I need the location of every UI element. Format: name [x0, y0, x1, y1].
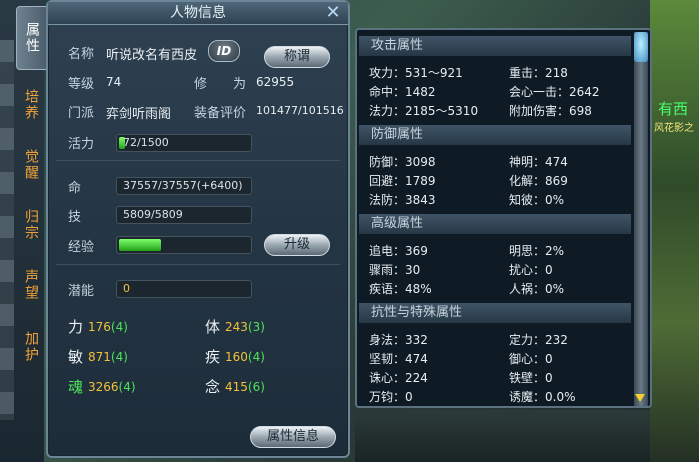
- attr-speed-value: 160(4): [225, 350, 265, 364]
- gear-score-label: 装备评价: [194, 106, 247, 121]
- stat-row: 诱魔：0.0%: [509, 390, 576, 404]
- mp-label: 技: [68, 210, 82, 225]
- stat-row: 万钧：0: [369, 390, 413, 404]
- stat-row: 会心一击：2642: [509, 85, 600, 99]
- stat-row: 诛心：224: [369, 371, 428, 385]
- attr-constitution-label: 体: [205, 318, 221, 336]
- hp-bar: 37557/37557(+6400): [116, 177, 252, 195]
- stat-row: 攻力：531～921: [369, 66, 463, 80]
- stat-row: 命中：1482: [369, 85, 436, 99]
- stat-row: 身法：332: [369, 333, 428, 347]
- hp-value: 37557/37557(+6400): [123, 179, 243, 192]
- game-scene-bottom: [355, 410, 650, 462]
- tab-blessing[interactable]: 加护: [16, 318, 46, 376]
- scroll-down-icon[interactable]: [635, 394, 645, 402]
- title-button[interactable]: 称谓: [264, 46, 330, 68]
- side-tab-strip: 属性 培养 觉醒 归宗 声望 加护: [0, 0, 48, 462]
- level-label: 等级: [68, 77, 95, 92]
- divider: [56, 160, 340, 161]
- vigor-bar: 72/1500: [116, 134, 252, 152]
- stat-row: 疾语：48%: [369, 282, 432, 296]
- npc-name-label: 有西: [658, 100, 689, 118]
- attr-soul-value: 3266(4): [88, 380, 136, 394]
- vigor-value: 72/1500: [123, 136, 169, 149]
- stat-row: 化解：869: [509, 174, 568, 188]
- mp-bar: 5809/5809: [116, 206, 252, 224]
- exp-bar-fill: [119, 239, 161, 251]
- sect-label: 门派: [68, 106, 95, 121]
- close-icon[interactable]: ✕: [324, 4, 342, 22]
- scrollbar-track[interactable]: [634, 32, 648, 406]
- potential-value: 0: [123, 282, 130, 295]
- level-value: 74: [106, 75, 122, 89]
- attribute-detail-panel: 攻击属性 攻力：531～921 重击：218 命中：1482 会心一击：2642…: [355, 28, 652, 408]
- id-icon[interactable]: ID: [208, 40, 240, 62]
- attr-constitution-value: 243(3): [225, 320, 265, 334]
- attr-speed-label: 疾: [205, 348, 221, 366]
- stat-row: 明思：2%: [509, 244, 565, 258]
- game-scene-background: 有西 风花影之: [650, 0, 699, 462]
- section-attack: 攻击属性: [359, 36, 631, 56]
- exp-label: 经验: [68, 240, 95, 255]
- name-label: 名称: [68, 47, 95, 62]
- panel-edge-decoration: [0, 40, 14, 420]
- attribute-info-button[interactable]: 属性信息: [250, 426, 336, 448]
- potential-label: 潜能: [68, 284, 95, 299]
- stat-row: 神明：474: [509, 155, 568, 169]
- attr-strength-value: 176(4): [88, 320, 128, 334]
- stat-row: 追电：369: [369, 244, 428, 258]
- tab-return-sect[interactable]: 归宗: [16, 196, 46, 254]
- attr-agility-value: 871(4): [88, 350, 128, 364]
- stat-row: 法力：2185～5310: [369, 104, 479, 118]
- potential-bar: 0: [116, 280, 252, 298]
- section-defense: 防御属性: [359, 125, 631, 145]
- scroll-up-icon[interactable]: [634, 32, 648, 62]
- attr-strength-label: 力: [68, 318, 84, 336]
- character-info-panel: 人物信息 ✕ 名称 听说改名有西皮 ID 称谓 等级 74 修 为 62955 …: [46, 0, 350, 458]
- stat-row: 人祸：0%: [509, 282, 565, 296]
- exp-bar: [116, 236, 252, 254]
- stat-row: 扰心：0: [509, 263, 553, 277]
- stat-row: 御心：0: [509, 352, 553, 366]
- cultivation-label: 修 为: [194, 77, 247, 92]
- attr-agility-label: 敏: [68, 348, 84, 366]
- gear-score-value: 101477/101516: [256, 104, 344, 117]
- hp-label: 命: [68, 181, 82, 196]
- tab-reputation[interactable]: 声望: [16, 256, 46, 314]
- mp-value: 5809/5809: [123, 208, 183, 221]
- upgrade-button[interactable]: 升级: [264, 234, 330, 256]
- tab-cultivate[interactable]: 培养: [16, 76, 46, 134]
- stat-row: 回避：1789: [369, 174, 436, 188]
- stat-row: 附加伤害：698: [509, 104, 592, 118]
- section-advanced: 高级属性: [359, 214, 631, 234]
- stat-row: 防御：3098: [369, 155, 436, 169]
- stat-row: 铁壁：0: [509, 371, 553, 385]
- stat-row: 坚韧：474: [369, 352, 428, 366]
- tab-awaken[interactable]: 觉醒: [16, 136, 46, 194]
- attr-soul-label: 魂: [68, 378, 84, 396]
- panel-title: 人物信息: [48, 2, 348, 25]
- attr-mind-value: 415(6): [225, 380, 265, 394]
- stat-row: 知彼：0%: [509, 193, 565, 207]
- stat-row: 骤雨：30: [369, 263, 421, 277]
- attr-mind-label: 念: [205, 378, 221, 396]
- divider: [56, 264, 340, 265]
- section-resistance: 抗性与特殊属性: [359, 303, 631, 323]
- npc-subtitle-label: 风花影之: [654, 123, 694, 134]
- stat-row: 定力：232: [509, 333, 568, 347]
- tab-attributes[interactable]: 属性: [16, 6, 48, 70]
- stat-row: 重击：218: [509, 66, 568, 80]
- cultivation-value: 62955: [256, 75, 295, 89]
- name-value: 听说改名有西皮: [106, 48, 198, 63]
- sect-value: 弈剑听雨阁: [106, 107, 172, 122]
- vigor-label: 活力: [68, 137, 95, 152]
- stat-row: 法防：3843: [369, 193, 436, 207]
